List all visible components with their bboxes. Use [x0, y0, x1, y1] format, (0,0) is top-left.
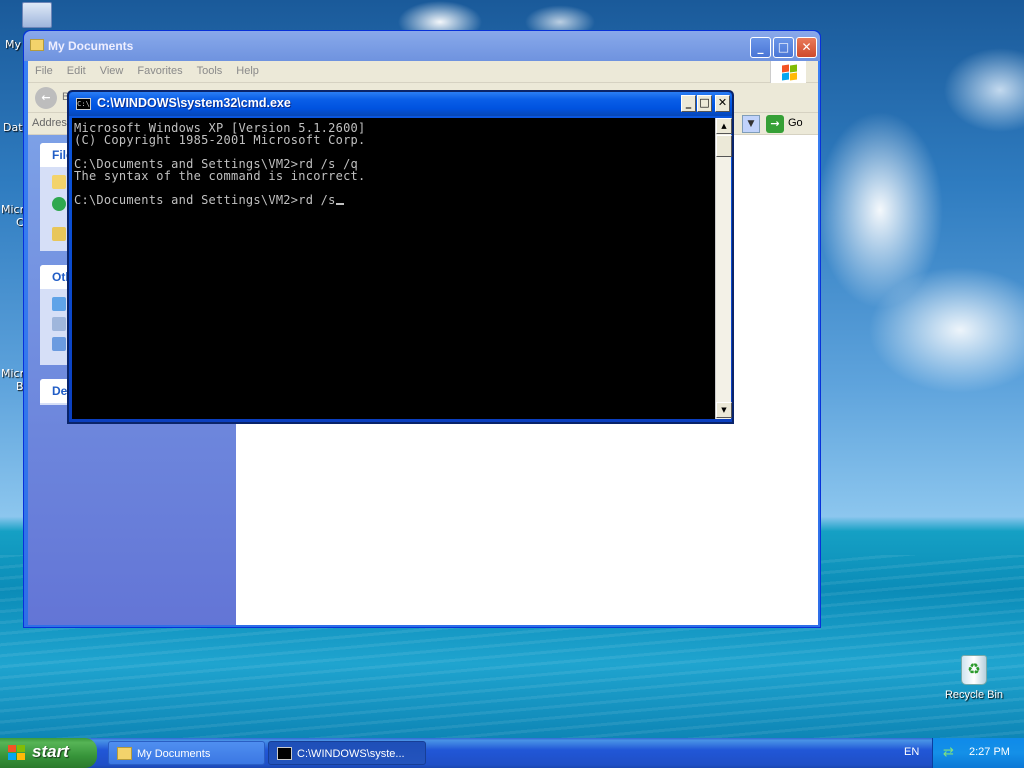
recycle-bin-label: Recycle Bin: [944, 689, 1004, 701]
network-place-icon[interactable]: [52, 337, 66, 351]
scroll-thumb[interactable]: [716, 135, 732, 157]
taskbar-item-cmd[interactable]: C:\WINDOWS\syste...: [268, 741, 426, 765]
system-tray: ⇄ 2:27 PM: [932, 738, 1024, 768]
console-line: The syntax of the command is incorrect.: [74, 169, 366, 183]
address-label: Addres: [32, 117, 67, 129]
explorer-titlebar[interactable]: My Documents _ □ ✕: [24, 31, 820, 61]
cmd-icon: [277, 747, 292, 760]
recycle-bin[interactable]: ♻ Recycle Bin: [942, 655, 1006, 701]
windows-logo-icon: [770, 61, 806, 83]
desktop-icon-label-microsoft-1[interactable]: Micr: [1, 203, 24, 216]
go-button[interactable]: Go: [788, 117, 803, 129]
recycle-bin-icon: ♻: [961, 655, 987, 685]
scroll-up-icon[interactable]: ▲: [716, 118, 732, 134]
new-folder-icon[interactable]: [52, 175, 66, 189]
scroll-down-icon[interactable]: ▼: [716, 402, 732, 418]
taskbar-item-my-documents[interactable]: My Documents: [108, 741, 265, 765]
menu-bar: File Edit View Favorites Tools Help: [28, 61, 818, 83]
go-arrow-icon[interactable]: →: [766, 115, 784, 133]
minimize-button[interactable]: _: [750, 37, 771, 58]
desktop-icon-label-my[interactable]: My: [5, 38, 21, 51]
desktop-icon-label-data[interactable]: Dat: [3, 121, 23, 134]
clock[interactable]: 2:27 PM: [969, 746, 1010, 758]
desktop-place-icon[interactable]: [52, 297, 66, 311]
go-area: ▼ → Go: [742, 115, 814, 133]
cmd-icon: C:\: [76, 98, 91, 110]
menu-tools[interactable]: Tools: [190, 61, 230, 81]
back-arrow-icon[interactable]: ←: [35, 87, 57, 109]
menu-view[interactable]: View: [93, 61, 131, 81]
publish-web-icon[interactable]: [52, 197, 66, 211]
cmd-window: C:\ C:\WINDOWS\system32\cmd.exe _ □ ✕ Mi…: [67, 90, 734, 424]
address-dropdown-icon[interactable]: ▼: [742, 115, 760, 133]
network-icon[interactable]: ⇄: [943, 745, 959, 761]
console-prompt-line: C:\Documents and Settings\VM2>rd /s: [74, 193, 336, 207]
close-button[interactable]: ✕: [796, 37, 817, 58]
desktop-icon-label-microsoft-2[interactable]: Micr: [1, 367, 24, 380]
text-cursor: [335, 203, 344, 205]
console-line: (C) Copyright 1985-2001 Microsoft Corp.: [74, 133, 366, 147]
menu-help[interactable]: Help: [229, 61, 266, 81]
taskbar-item-label: My Documents: [137, 748, 211, 760]
explorer-title: My Documents: [48, 39, 134, 53]
taskbar: start My Documents C:\WINDOWS\syste... E…: [0, 738, 1024, 768]
start-label: start: [32, 742, 69, 761]
menu-file[interactable]: File: [28, 61, 60, 81]
menu-favorites[interactable]: Favorites: [130, 61, 189, 81]
my-computer-place-icon[interactable]: [52, 317, 66, 331]
maximize-button[interactable]: □: [773, 37, 794, 58]
cmd-close-button[interactable]: ✕: [715, 95, 730, 112]
my-computer-icon[interactable]: [22, 2, 52, 28]
cmd-titlebar[interactable]: C:\ C:\WINDOWS\system32\cmd.exe _ □ ✕: [69, 92, 732, 116]
taskbar-item-label: C:\WINDOWS\syste...: [297, 748, 405, 760]
console-scrollbar[interactable]: ▲ ▼: [715, 118, 732, 419]
share-folder-icon[interactable]: [52, 227, 66, 241]
console-output[interactable]: Microsoft Windows XP [Version 5.1.2600](…: [72, 118, 715, 419]
folder-icon: [30, 39, 44, 51]
cmd-minimize-button[interactable]: _: [681, 95, 696, 112]
cmd-maximize-button[interactable]: □: [697, 95, 712, 112]
menu-edit[interactable]: Edit: [60, 61, 93, 81]
folder-icon: [117, 747, 132, 760]
cmd-title: C:\WINDOWS\system32\cmd.exe: [97, 96, 291, 110]
language-indicator[interactable]: EN: [904, 746, 919, 758]
windows-flag-icon: [8, 745, 26, 761]
start-button[interactable]: start: [0, 738, 97, 768]
